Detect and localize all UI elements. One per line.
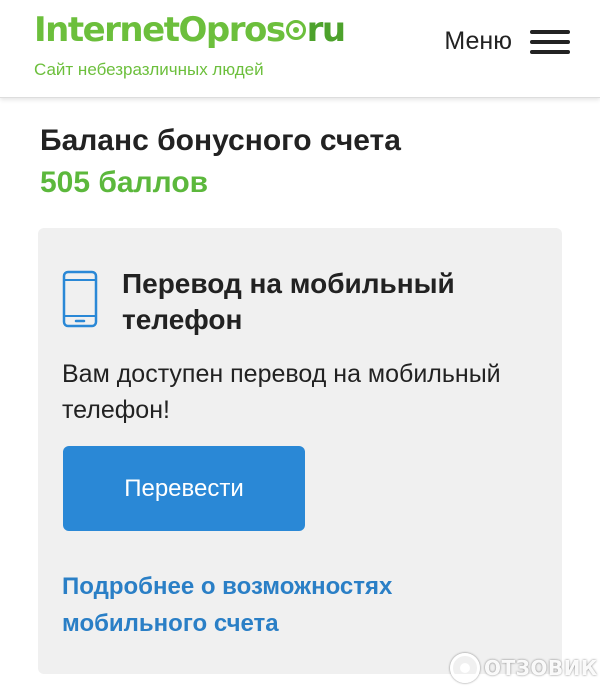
balance-title: Баланс бонусного счета — [40, 124, 401, 157]
logo-text-domain: ru — [306, 10, 346, 50]
hamburger-icon — [530, 26, 570, 56]
mobile-phone-icon — [62, 270, 98, 328]
site-tagline: Сайт небезразличных людей — [34, 60, 264, 79]
otzovik-watermark: ОТЗОВИК — [450, 653, 598, 683]
site-header: InternetOpros ru Сайт небезразличных люде… — [0, 0, 600, 98]
watermark-text: ОТЗОВИК — [484, 656, 598, 680]
site-logo[interactable]: InternetOpros ru — [34, 8, 346, 52]
balance-value: 505 баллов — [40, 166, 209, 199]
transfer-button[interactable]: Перевести — [63, 446, 305, 531]
menu-label: Меню — [444, 26, 512, 55]
otzovik-logo-icon — [450, 653, 480, 683]
card-title: Перевод на мобильный телефон — [122, 268, 455, 335]
menu-button[interactable]: Меню — [444, 26, 570, 56]
logo-text-main: InternetOpros — [34, 10, 286, 50]
card-description: Вам доступен перевод на мобильный телефо… — [62, 360, 501, 424]
circle-dot-icon — [285, 19, 306, 40]
more-info-link[interactable]: Подробнее о возможностях мобильного счет… — [62, 568, 522, 642]
